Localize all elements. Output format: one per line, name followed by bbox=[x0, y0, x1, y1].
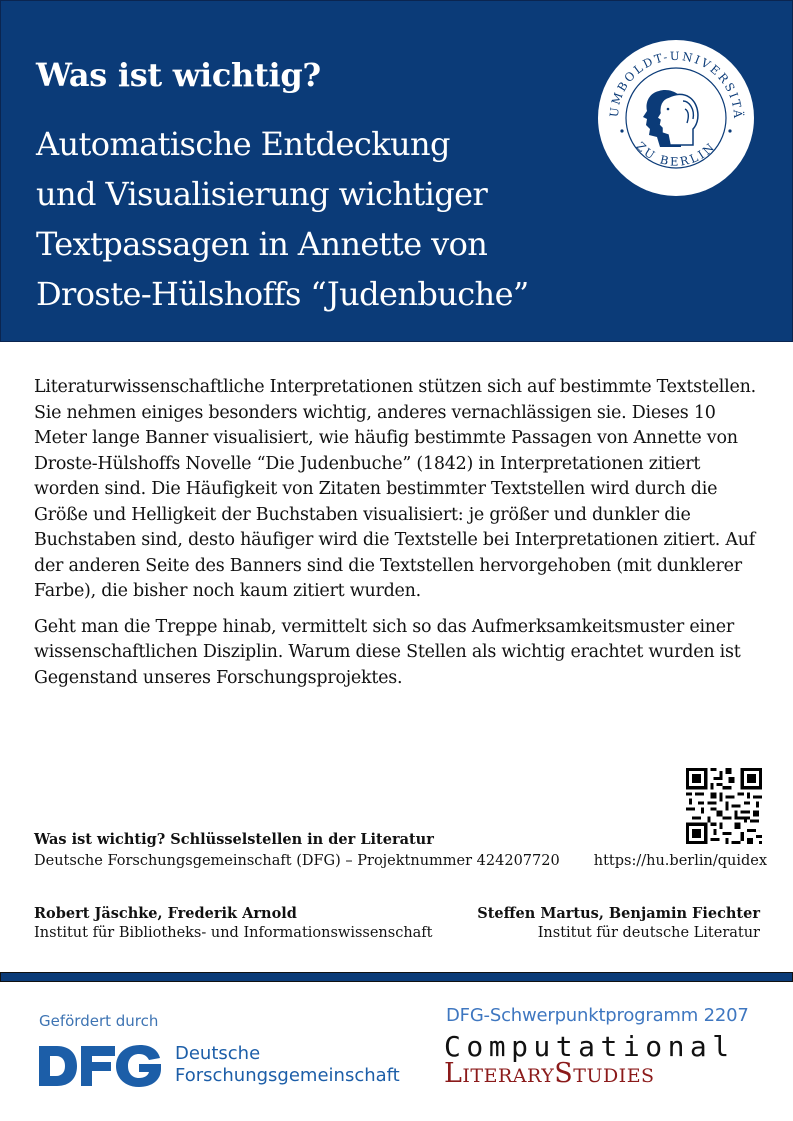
footer-divider bbox=[0, 972, 793, 982]
project-title: Was ist wichtig? Schlüsselstellen in der… bbox=[34, 831, 434, 848]
humboldt-university-seal-logo: HUMBOLDT-UNIVERSITÄT ZU BERLIN bbox=[597, 39, 754, 196]
authors-left-institute: Institut für Bibliotheks- und Informatio… bbox=[34, 925, 433, 941]
subtitle-line: Droste-Hülshoffs “Judenbuche” bbox=[36, 275, 529, 313]
subtitle-line: Textpassagen in Annette von bbox=[36, 225, 488, 263]
authors-left-names: Robert Jäschke, Frederik Arnold bbox=[34, 905, 297, 922]
funded-by-label: Gefördert durch bbox=[39, 1012, 159, 1030]
qr-code[interactable] bbox=[686, 768, 762, 844]
dfg-name-line: Forschungsgemeinschaft bbox=[175, 1065, 400, 1086]
cls-logo-line2: LiteraryStudies bbox=[444, 1058, 655, 1089]
header-banner: Was ist wichtig? Automatische Entdeckung… bbox=[0, 0, 793, 342]
subtitle-line: und Visualisierung wichtiger bbox=[36, 175, 488, 213]
dfg-name-line: Deutsche bbox=[175, 1043, 261, 1064]
poster-title: Was ist wichtig? bbox=[36, 56, 321, 94]
authors-right-names: Steffen Martus, Benjamin Fiechter bbox=[477, 905, 760, 922]
authors-right-institute: Institut für deutsche Literatur bbox=[537, 925, 760, 941]
poster-subtitle: Automatische Entdeckung und Visualisieru… bbox=[36, 119, 576, 319]
description-paragraph: Literaturwissenschaftliche Interpretatio… bbox=[34, 377, 756, 601]
dfg-logo bbox=[39, 1045, 161, 1087]
project-funding-line: Deutsche Forschungsgemeinschaft (DFG) – … bbox=[34, 853, 560, 869]
dfg-name: Deutsche Forschungsgemeinschaft bbox=[175, 1043, 400, 1087]
subtitle-line: Automatische Entdeckung bbox=[36, 125, 450, 163]
spp-label: DFG-Schwerpunktprogramm 2207 bbox=[446, 1005, 749, 1026]
description-paragraph: Geht man die Treppe hinab, vermittelt si… bbox=[34, 616, 741, 688]
project-url-link[interactable]: https://hu.berlin/quidex bbox=[594, 853, 767, 869]
description-text: Literaturwissenschaftliche Interpretatio… bbox=[34, 375, 764, 701]
